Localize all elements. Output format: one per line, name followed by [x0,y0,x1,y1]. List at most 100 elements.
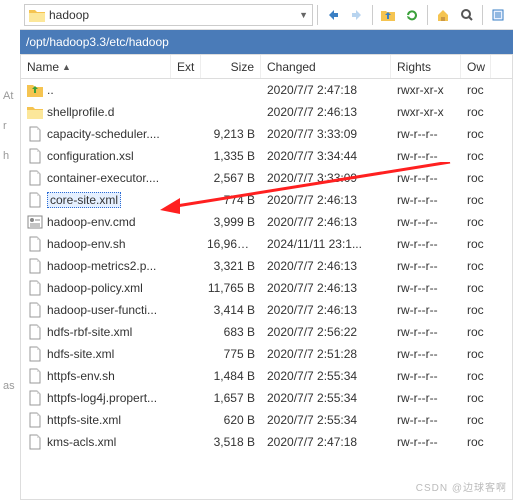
file-size: 9,213 B [201,127,261,141]
file-changed: 2020/7/7 2:55:34 [261,369,391,383]
cmd-icon [27,214,43,230]
file-size: 11,765 B [201,281,261,295]
file-size: 2,567 B [201,171,261,185]
file-name: httpfs-site.xml [47,413,121,427]
file-owner: roc [461,435,491,449]
home-button[interactable] [432,4,454,26]
folder-icon [29,8,45,22]
column-header-ext[interactable]: Ext [171,55,201,78]
file-rights: rw-r--r-- [391,303,461,317]
file-name: hadoop-env.sh [47,237,126,251]
file-name: hdfs-rbf-site.xml [47,325,132,339]
file-rights: rw-r--r-- [391,215,461,229]
file-size: 620 B [201,413,261,427]
file-rights: rw-r--r-- [391,435,461,449]
folder-selector[interactable]: hadoop ▼ [24,4,313,26]
file-owner: roc [461,369,491,383]
file-owner: roc [461,347,491,361]
column-header-rights[interactable]: Rights [391,55,461,78]
separator [372,5,373,25]
file-rights: rw-r--r-- [391,369,461,383]
file-changed: 2020/7/7 2:46:13 [261,303,391,317]
file-row[interactable]: hdfs-site.xml775 B2020/7/7 2:51:28rw-r--… [21,343,512,365]
file-icon [27,258,43,274]
file-owner: roc [461,325,491,339]
up-button[interactable] [377,4,399,26]
strip-label: At [0,90,20,120]
file-rights: rw-r--r-- [391,259,461,273]
refresh-button[interactable] [401,4,423,26]
file-row[interactable]: shellprofile.d2020/7/7 2:46:13rwxr-xr-xr… [21,101,512,123]
file-owner: roc [461,105,491,119]
file-icon [27,390,43,406]
find-button[interactable] [456,4,478,26]
file-row[interactable]: hadoop-user-functi...3,414 B2020/7/7 2:4… [21,299,512,321]
file-size: 3,414 B [201,303,261,317]
file-row[interactable]: httpfs-env.sh1,484 B2020/7/7 2:55:34rw-r… [21,365,512,387]
file-row[interactable]: ..2020/7/7 2:47:18rwxr-xr-xroc [21,79,512,101]
file-owner: roc [461,215,491,229]
up-icon [27,82,43,98]
file-name: configuration.xsl [47,149,134,163]
file-panel: hadoop ▼ /opt/hadoop3.3/etc/hadoop Name▲… [20,0,513,500]
column-header-row: Name▲ Ext Size Changed Rights Ow [21,55,512,79]
back-button[interactable] [322,4,344,26]
file-rights: rw-r--r-- [391,281,461,295]
file-name: container-executor.... [47,171,159,185]
file-row[interactable]: hadoop-env.sh16,962 B2024/11/11 23:1...r… [21,233,512,255]
column-header-size[interactable]: Size [201,55,261,78]
file-size: 1,335 B [201,149,261,163]
file-rights: rw-r--r-- [391,413,461,427]
file-row[interactable]: hadoop-metrics2.p...3,321 B2020/7/7 2:46… [21,255,512,277]
file-name: kms-acls.xml [47,435,116,449]
folder-icon [27,104,43,120]
toolbar: hadoop ▼ [20,0,513,30]
file-owner: roc [461,259,491,273]
file-size: 3,518 B [201,435,261,449]
file-changed: 2024/11/11 23:1... [261,237,391,251]
file-icon [27,170,43,186]
column-header-name[interactable]: Name▲ [21,55,171,78]
file-row[interactable]: hadoop-policy.xml11,765 B2020/7/7 2:46:1… [21,277,512,299]
file-name: httpfs-log4j.propert... [47,391,157,405]
breadcrumb[interactable]: /opt/hadoop3.3/etc/hadoop [20,30,513,54]
file-owner: roc [461,303,491,317]
file-row[interactable]: core-site.xml774 B2020/7/7 2:46:13rw-r--… [21,189,512,211]
file-name: core-site.xml [47,192,121,208]
file-row[interactable]: hadoop-env.cmd3,999 B2020/7/7 2:46:13rw-… [21,211,512,233]
file-changed: 2020/7/7 2:56:22 [261,325,391,339]
file-icon [27,346,43,362]
file-name: .. [47,83,54,97]
file-name: shellprofile.d [47,105,114,119]
file-rights: rw-r--r-- [391,193,461,207]
file-rights: rw-r--r-- [391,127,461,141]
file-size: 1,657 B [201,391,261,405]
file-rights: rwxr-xr-x [391,83,461,97]
file-size: 16,962 B [201,237,261,251]
file-changed: 2020/7/7 2:47:18 [261,435,391,449]
file-row[interactable]: capacity-scheduler....9,213 B2020/7/7 3:… [21,123,512,145]
file-row[interactable]: configuration.xsl1,335 B2020/7/7 3:34:44… [21,145,512,167]
file-icon [27,126,43,142]
current-folder-name: hadoop [49,8,89,22]
file-row[interactable]: hdfs-rbf-site.xml683 B2020/7/7 2:56:22rw… [21,321,512,343]
column-header-changed[interactable]: Changed [261,55,391,78]
file-rows-container: ..2020/7/7 2:47:18rwxr-xr-xrocshellprofi… [21,79,512,453]
file-row[interactable]: container-executor....2,567 B2020/7/7 3:… [21,167,512,189]
file-name: httpfs-env.sh [47,369,115,383]
column-header-owner[interactable]: Ow [461,55,491,78]
file-list: Name▲ Ext Size Changed Rights Ow ..2020/… [20,54,513,500]
file-rights: rw-r--r-- [391,171,461,185]
file-row[interactable]: kms-acls.xml 3,518 B2020/7/7 2:47:18rw-r-… [21,431,512,453]
separator [482,5,483,25]
file-row[interactable]: httpfs-log4j.propert...1,657 B2020/7/7 2… [21,387,512,409]
file-icon [27,148,43,164]
strip-spacer [0,200,20,380]
file-icon [27,302,43,318]
file-rights: rw-r--r-- [391,325,461,339]
file-name: hadoop-env.cmd [47,215,136,229]
properties-button[interactable] [487,4,509,26]
forward-button[interactable] [346,4,368,26]
strip-label: h [0,150,20,200]
file-row[interactable]: httpfs-site.xml620 B2020/7/7 2:55:34rw-r… [21,409,512,431]
